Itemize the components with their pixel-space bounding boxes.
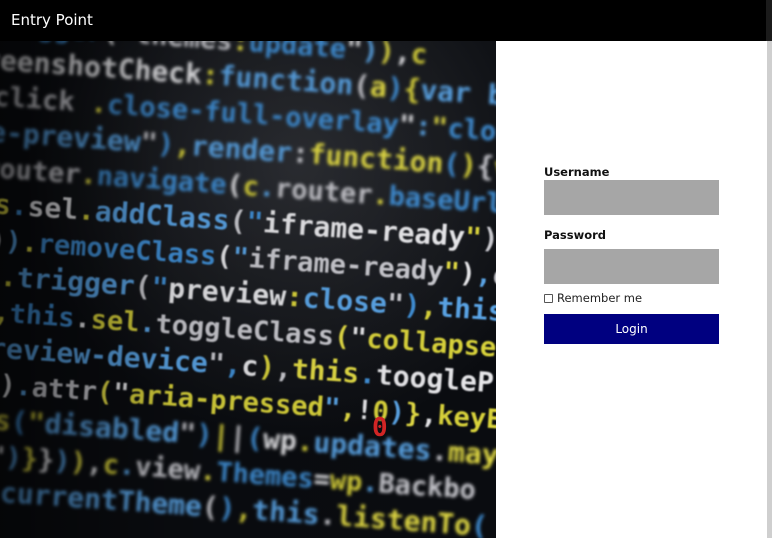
username-label: Username — [544, 165, 610, 179]
password-label: Password — [544, 228, 606, 242]
code-background-image: trigger("themes:update")),creenshotCheck… — [0, 41, 496, 538]
app-window: Entry Point trigger("themes:update")),cr… — [0, 0, 772, 538]
window-title: Entry Point — [11, 11, 93, 29]
window-right-edge — [767, 41, 772, 538]
code-background-art: trigger("themes:update")),creenshotCheck… — [0, 41, 496, 538]
login-button[interactable]: Login — [544, 314, 719, 344]
remember-me-checkbox[interactable] — [544, 294, 553, 303]
password-input[interactable] — [544, 249, 719, 284]
remember-me-row[interactable]: Remember me — [544, 290, 719, 308]
login-panel: Username Password Remember me Login — [496, 41, 767, 538]
username-input[interactable] — [544, 180, 719, 215]
remember-me-label[interactable]: Remember me — [557, 291, 642, 306]
title-bar: Entry Point — [0, 0, 772, 41]
window-edge — [766, 0, 772, 41]
login-form: Username Password Remember me Login — [544, 165, 719, 344]
